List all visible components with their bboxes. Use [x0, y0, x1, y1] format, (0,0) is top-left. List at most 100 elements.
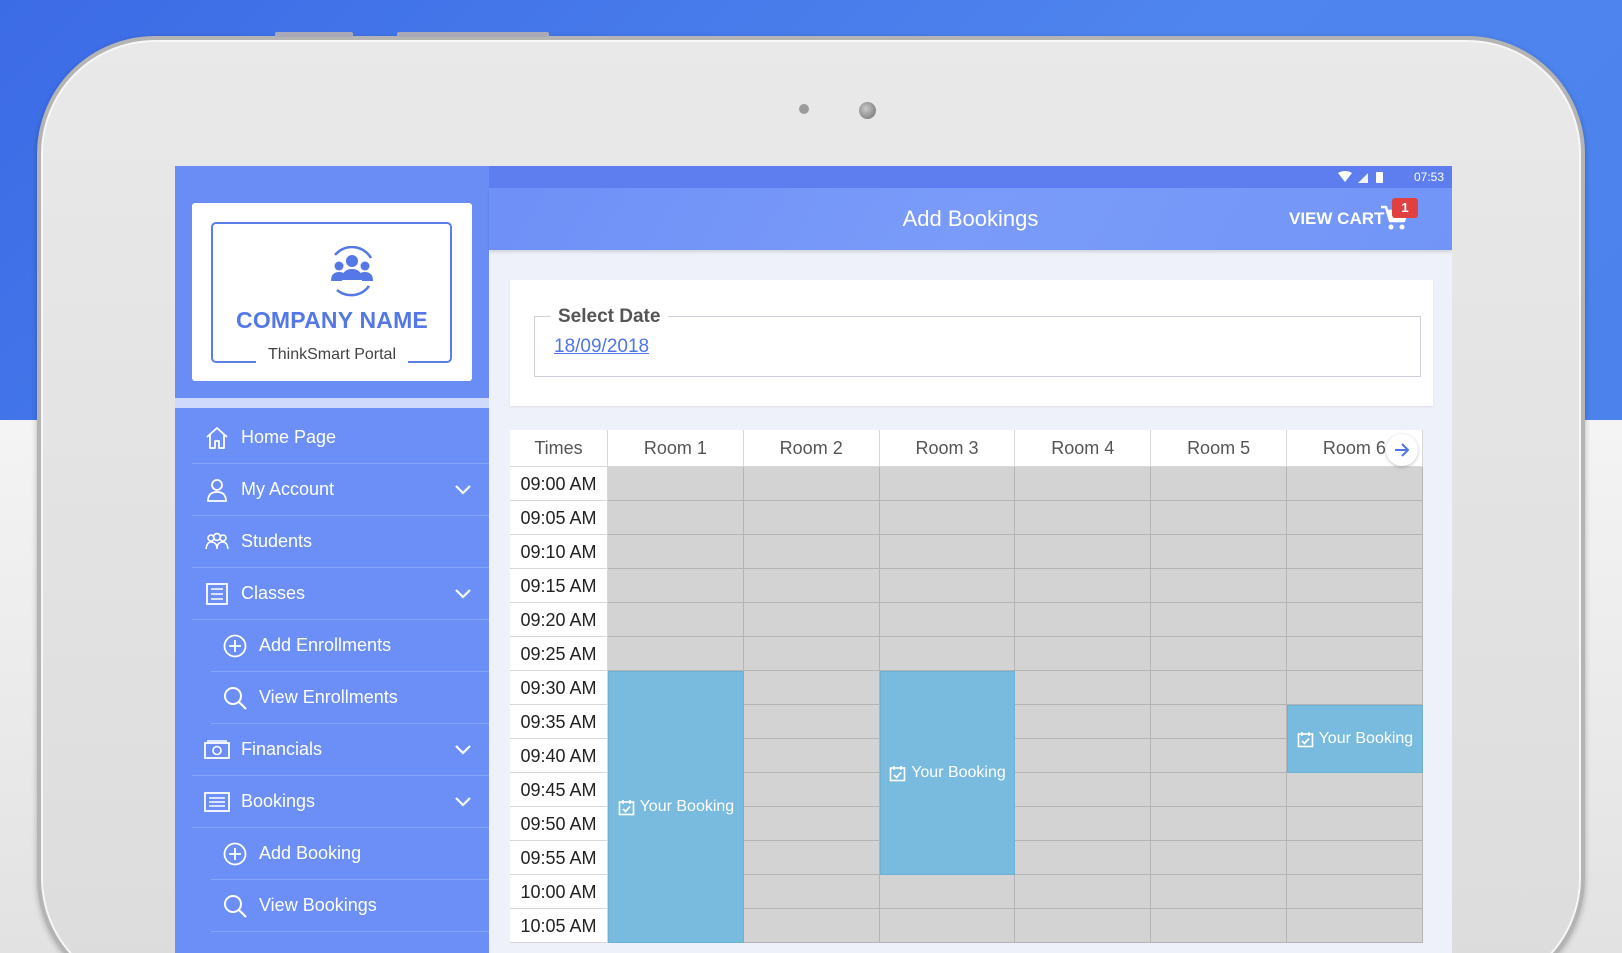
time-slot[interactable] [1287, 773, 1423, 807]
time-slot[interactable] [743, 841, 880, 875]
signal-icon [1358, 173, 1368, 183]
time-slot[interactable] [1287, 909, 1423, 943]
time-slot[interactable] [1151, 705, 1287, 739]
times-header: Times [510, 430, 608, 467]
time-slot[interactable] [608, 569, 744, 603]
time-slot[interactable] [1015, 909, 1152, 943]
time-slot[interactable] [743, 467, 880, 501]
date-card: Select Date 18/09/2018 [510, 280, 1433, 406]
time-slot[interactable] [1287, 875, 1423, 909]
time-slot[interactable] [1287, 535, 1423, 569]
time-slot[interactable] [1015, 637, 1152, 671]
time-slot[interactable] [1015, 773, 1152, 807]
time-slot[interactable] [879, 569, 1016, 603]
calendar-check-icon [1297, 731, 1313, 747]
time-slot[interactable] [608, 603, 744, 637]
time-slot[interactable] [1287, 637, 1423, 671]
time-slot[interactable] [743, 569, 880, 603]
time-slot[interactable] [1287, 569, 1423, 603]
time-slot[interactable] [1151, 671, 1287, 705]
time-slot[interactable] [608, 501, 744, 535]
time-slot[interactable] [1015, 569, 1152, 603]
time-slot[interactable] [1015, 467, 1152, 501]
time-slot[interactable] [608, 637, 744, 671]
time-slot[interactable] [1015, 875, 1152, 909]
time-slot[interactable] [743, 501, 880, 535]
time-slot[interactable] [1287, 841, 1423, 875]
time-slot[interactable] [1151, 467, 1287, 501]
sidebar-item-financials[interactable]: Financials [175, 724, 489, 776]
time-slot[interactable] [1287, 501, 1423, 535]
chevron-down-icon[interactable] [453, 584, 473, 604]
time-slot[interactable] [879, 875, 1016, 909]
time-slot[interactable] [608, 467, 744, 501]
time-slot[interactable] [1287, 603, 1423, 637]
time-slot[interactable] [1287, 807, 1423, 841]
company-logo-card[interactable]: COMPANY NAME ThinkSmart Portal [192, 203, 472, 381]
time-slot[interactable] [743, 875, 880, 909]
time-slot[interactable] [1015, 807, 1152, 841]
time-slot[interactable] [1151, 739, 1287, 773]
time-slot[interactable] [1287, 671, 1423, 705]
time-slot[interactable] [879, 467, 1016, 501]
time-slot[interactable] [1151, 909, 1287, 943]
sidebar-item-classes[interactable]: Classes [175, 568, 489, 620]
chevron-down-icon[interactable] [453, 480, 473, 500]
time-slot[interactable] [743, 807, 880, 841]
booking-block[interactable]: Your Booking [1287, 705, 1423, 773]
time-slot[interactable] [743, 773, 880, 807]
time-slot[interactable] [1015, 841, 1152, 875]
time-slot[interactable] [879, 603, 1016, 637]
time-slot[interactable] [879, 535, 1016, 569]
time-slot[interactable] [1015, 705, 1152, 739]
chevron-down-icon[interactable] [453, 792, 473, 812]
view-cart-button[interactable]: VIEW CART [1289, 209, 1384, 229]
sidebar-item-students[interactable]: Students [175, 516, 489, 568]
time-slot[interactable] [1287, 467, 1423, 501]
room-header: Room 1 [608, 430, 744, 467]
search-icon [224, 687, 247, 710]
time-slot[interactable] [1015, 603, 1152, 637]
sidebar-item-bookings[interactable]: Bookings [175, 776, 489, 828]
time-slot[interactable] [743, 603, 880, 637]
time-slot[interactable] [879, 637, 1016, 671]
time-slot[interactable] [608, 535, 744, 569]
time-slot[interactable] [1151, 535, 1287, 569]
booking-block[interactable]: Your Booking [608, 671, 744, 943]
user-icon [207, 479, 227, 502]
sidebar-item-add-enrollments[interactable]: Add Enrollments [175, 620, 489, 672]
time-label: 10:05 AM [510, 909, 608, 943]
time-slot[interactable] [1015, 671, 1152, 705]
time-slot[interactable] [1151, 807, 1287, 841]
time-slot[interactable] [743, 637, 880, 671]
time-slot[interactable] [743, 739, 880, 773]
time-slot[interactable] [743, 671, 880, 705]
time-slot[interactable] [1151, 773, 1287, 807]
time-slot[interactable] [879, 909, 1016, 943]
sidebar-item-view-enrollments[interactable]: View Enrollments [175, 672, 489, 724]
date-link[interactable]: 18/09/2018 [554, 336, 649, 358]
time-slot[interactable] [743, 705, 880, 739]
time-label: 09:45 AM [510, 773, 608, 807]
time-label: 09:10 AM [510, 535, 608, 569]
sidebar-item-view-bookings[interactable]: View Bookings [175, 880, 489, 932]
time-slot[interactable] [1151, 603, 1287, 637]
time-slot[interactable] [1151, 569, 1287, 603]
time-slot[interactable] [743, 909, 880, 943]
sidebar-item-add-booking[interactable]: Add Booking [175, 828, 489, 880]
time-slot[interactable] [1015, 535, 1152, 569]
booking-block[interactable]: Your Booking [879, 671, 1016, 875]
time-slot[interactable] [1151, 875, 1287, 909]
time-slot[interactable] [1015, 739, 1152, 773]
money-icon [204, 740, 230, 759]
next-rooms-button[interactable] [1386, 434, 1418, 466]
time-slot[interactable] [1151, 637, 1287, 671]
time-slot[interactable] [1151, 841, 1287, 875]
time-slot[interactable] [1015, 501, 1152, 535]
time-slot[interactable] [1151, 501, 1287, 535]
time-slot[interactable] [743, 535, 880, 569]
sidebar-item-home-page[interactable]: Home Page [175, 412, 489, 464]
time-slot[interactable] [879, 501, 1016, 535]
chevron-down-icon[interactable] [453, 740, 473, 760]
sidebar-item-my-account[interactable]: My Account [175, 464, 489, 516]
